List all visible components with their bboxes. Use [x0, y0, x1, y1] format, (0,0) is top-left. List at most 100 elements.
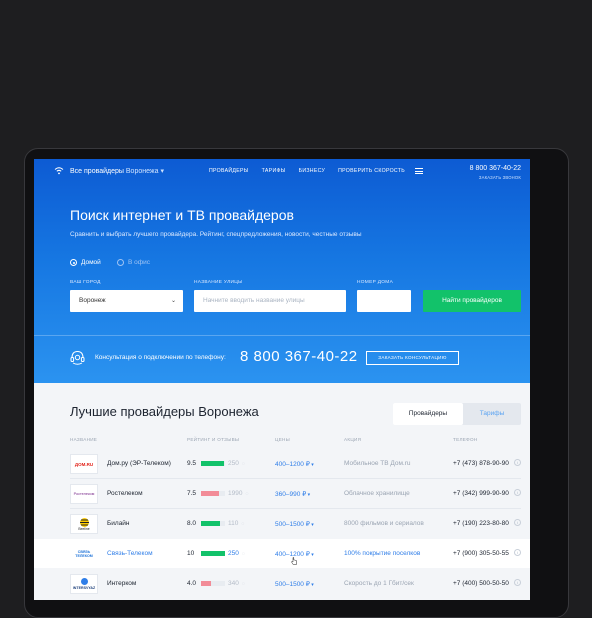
- table-row[interactable]: ДОМ.RU Дом.ру (ЭР-Телеком) 9.5 250 400–1…: [34, 449, 530, 478]
- hero-divider: [34, 335, 530, 336]
- rating-bar: [201, 461, 225, 466]
- provider-logo-text: INTERSVYAZ: [72, 586, 96, 590]
- header-phone[interactable]: 8 800 367-40-22: [470, 165, 521, 172]
- radio-home[interactable]: Домой: [70, 259, 101, 266]
- rating-bar-fill: [201, 551, 225, 556]
- radio-checked-icon: [70, 259, 77, 266]
- price-range[interactable]: 400–1200 ₽: [275, 460, 314, 468]
- find-providers-button[interactable]: Найти провайдеров: [423, 290, 521, 312]
- rating-bar-fill: [201, 491, 219, 496]
- rating-value: 8.0: [187, 520, 197, 527]
- order-consultation-button[interactable]: ЗАКАЗАТЬ КОНСУЛЬТАЦИЮ: [366, 351, 459, 365]
- info-icon[interactable]: i: [514, 459, 521, 466]
- rating-bar-fill: [201, 581, 211, 586]
- reviews-count[interactable]: 1990: [228, 490, 248, 497]
- street-input[interactable]: Начните вводить название улицы: [194, 290, 346, 312]
- page-subtitle: Сравнить и выбрать лучшего провайдера. Р…: [70, 231, 362, 238]
- house-label: НОМЕР ДОМА: [357, 280, 394, 285]
- nav-link-tariffs[interactable]: ТАРИФЫ: [262, 168, 286, 174]
- col-price: ЦЕНЫ: [275, 437, 291, 442]
- provider-name[interactable]: Ростелеком: [107, 490, 143, 497]
- radio-home-label: Домой: [81, 259, 101, 266]
- info-icon[interactable]: i: [514, 579, 521, 586]
- col-promo: АКЦИЯ: [344, 437, 362, 442]
- house-input[interactable]: [357, 290, 411, 312]
- promo-text[interactable]: Мобильное ТВ Дом.ru: [344, 460, 411, 467]
- rating-bar: [201, 581, 225, 586]
- chevron-down-icon: ▾: [158, 168, 164, 175]
- table-header: НАЗВАНИЕ РЕЙТИНГ И ОТЗЫВЫ ЦЕНЫ АКЦИЯ ТЕЛ…: [34, 437, 530, 445]
- region-city: Воронежа: [125, 168, 159, 175]
- mouse-cursor-icon: [291, 557, 297, 565]
- reviews-count[interactable]: 250: [228, 550, 245, 557]
- promo-text[interactable]: 8000 фильмов и сериалов: [344, 520, 424, 527]
- rating-bar: [201, 491, 225, 496]
- nav-link-business[interactable]: БИЗНЕСУ: [299, 168, 325, 174]
- tab-providers[interactable]: Провайдеры: [393, 403, 463, 425]
- consult-bar: Консультация о подключении по телефону: …: [34, 346, 530, 370]
- provider-name[interactable]: Дом.ру (ЭР-Телеком): [107, 460, 171, 467]
- provider-logo: INTERSVYAZ: [70, 574, 98, 594]
- reviews-count[interactable]: 250: [228, 460, 245, 467]
- promo-text[interactable]: Облачное хранилище: [344, 490, 410, 497]
- consult-phone[interactable]: 8 800 367-40-22: [240, 348, 358, 365]
- city-value: Воронеж: [79, 297, 106, 304]
- globe-icon: [80, 578, 88, 585]
- providers-section: Лучшие провайдеры Воронежа Провайдеры Та…: [34, 383, 530, 600]
- provider-phone[interactable]: +7 (473) 878-90-90: [453, 460, 509, 467]
- hero-section: Все провайдеры Воронежа ▾ ПРОВАЙДЕРЫ ТАР…: [34, 159, 530, 383]
- provider-phone[interactable]: +7 (190) 223-80-80: [453, 520, 509, 527]
- reviews-count[interactable]: 340: [228, 580, 245, 587]
- rating-bar-fill: [201, 521, 221, 526]
- info-icon[interactable]: i: [514, 489, 521, 496]
- provider-phone[interactable]: +7 (900) 305-50-55: [453, 550, 509, 557]
- rating-value: 9.5: [187, 460, 197, 467]
- provider-logo: Ростелеком: [70, 484, 98, 504]
- radio-office-label: В офис: [128, 259, 150, 266]
- rating-bar: [201, 551, 225, 556]
- nav-link-providers[interactable]: ПРОВАЙДЕРЫ: [209, 168, 249, 174]
- col-rating: РЕЙТИНГ И ОТЗЫВЫ: [187, 437, 240, 442]
- page-title: Поиск интернет и ТВ провайдеров: [70, 207, 294, 223]
- price-range[interactable]: 360–990 ₽: [275, 490, 310, 498]
- region-selector[interactable]: Все провайдеры Воронежа ▾: [70, 167, 164, 175]
- rating-bar: [201, 521, 225, 526]
- provider-logo: ДОМ.RU: [70, 454, 98, 474]
- price-range[interactable]: 500–1500 ₽: [275, 520, 314, 528]
- radio-office[interactable]: В офис: [117, 259, 150, 266]
- nav-link-speedtest[interactable]: ПРОВЕРИТЬ СКОРОСТЬ: [338, 168, 405, 174]
- info-icon[interactable]: i: [514, 519, 521, 526]
- consult-text: Консультация о подключении по телефону:: [95, 354, 226, 361]
- reviews-count[interactable]: 110: [228, 520, 244, 527]
- provider-name[interactable]: Интерком: [107, 580, 136, 587]
- info-icon[interactable]: i: [514, 549, 521, 556]
- provider-logo: СВЯЗЬ ТЕЛЕКОМ: [70, 544, 98, 564]
- promo-text[interactable]: Скорость до 1 Гбит/сек: [344, 580, 414, 587]
- provider-name[interactable]: Билайн: [107, 520, 130, 527]
- rating-value: 7.5: [187, 490, 197, 497]
- table-row-highlighted[interactable]: СВЯЗЬ ТЕЛЕКОМ Связь-Телеком 10 250 400–1…: [34, 539, 530, 568]
- tab-tariffs[interactable]: Тарифы: [463, 403, 521, 425]
- provider-logo: Beeline: [70, 514, 98, 534]
- provider-phone[interactable]: +7 (342) 999-90-90: [453, 490, 509, 497]
- table-row[interactable]: INTERSVYAZ Интерком 4.0 340 500–1500 ₽ С…: [34, 569, 530, 598]
- radio-unchecked-icon: [117, 259, 124, 266]
- price-range[interactable]: 500–1500 ₽: [275, 580, 314, 588]
- providers-title: Лучшие провайдеры Воронежа: [70, 404, 259, 419]
- nav-links: ПРОВАЙДЕРЫ ТАРИФЫ БИЗНЕСУ ПРОВЕРИТЬ СКОР…: [209, 168, 405, 174]
- col-name: НАЗВАНИЕ: [70, 437, 98, 442]
- callback-link[interactable]: ЗАКАЗАТЬ ЗВОНОК: [479, 175, 521, 180]
- col-phone: ТЕЛЕФОН: [453, 437, 478, 442]
- rating-value: 4.0: [187, 580, 197, 587]
- headset-icon: [70, 350, 85, 365]
- provider-phone[interactable]: +7 (400) 500-50-50: [453, 580, 509, 587]
- menu-icon[interactable]: [415, 168, 423, 174]
- table-row[interactable]: Ростелеком Ростелеком 7.5 1990 360–990 ₽…: [34, 479, 530, 508]
- wifi-icon: [54, 167, 64, 175]
- table-row[interactable]: Beeline Билайн 8.0 110 500–1500 ₽ 8000 ф…: [34, 509, 530, 538]
- city-select[interactable]: Воронеж ⌄: [70, 290, 183, 312]
- rating-value: 10: [187, 550, 195, 557]
- promo-text[interactable]: 100% покрытие поселков: [344, 550, 420, 557]
- providers-tabs: Провайдеры Тарифы: [393, 403, 521, 425]
- provider-name[interactable]: Связь-Телеком: [107, 550, 153, 557]
